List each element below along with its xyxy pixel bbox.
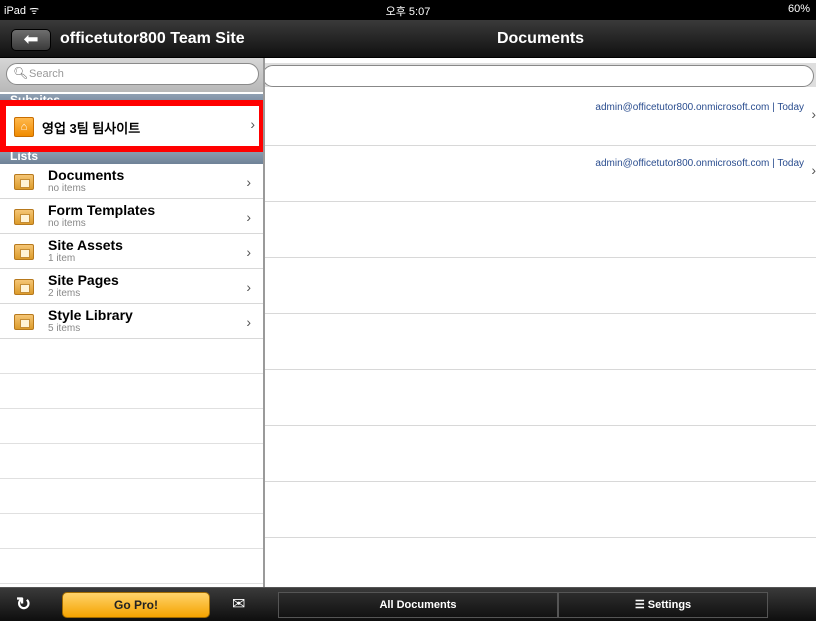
list-item-name: Documents <box>48 167 125 183</box>
bottom-toolbar: ↻ Go Pro! ✉ All Documents ☰ Settings <box>0 587 816 621</box>
search-icon: 🔍︎ <box>13 66 29 80</box>
chevron-right-icon: › <box>246 209 251 225</box>
list-item-form-templates[interactable]: Form Templates no items › <box>0 199 263 234</box>
subsite-icon: ⌂ <box>14 117 34 137</box>
sidebar-search-bar: 🔍︎ Search <box>0 58 263 92</box>
list-item-name: Site Pages <box>48 272 119 288</box>
all-documents-button[interactable]: All Documents <box>278 592 558 618</box>
empty-row <box>0 479 263 514</box>
chevron-right-icon: › <box>246 244 251 260</box>
empty-row <box>0 514 263 549</box>
empty-row <box>265 258 816 314</box>
list-item-site-assets[interactable]: Site Assets 1 item › <box>0 234 263 269</box>
chevron-right-icon: › <box>811 106 816 122</box>
settings-label: Settings <box>647 599 692 611</box>
empty-row <box>265 482 816 538</box>
chevron-right-icon: › <box>246 174 251 190</box>
empty-row <box>0 549 263 584</box>
list-item-count: 1 item <box>48 253 76 264</box>
empty-row <box>0 444 263 479</box>
folder-icon <box>14 244 34 260</box>
subsite-item-label: 영업 3팀 팀사이트 <box>42 121 141 136</box>
chevron-right-icon: › <box>246 279 251 295</box>
clock: 오후 5:07 <box>385 6 431 18</box>
subsite-item[interactable]: ⌂ 영업 3팀 팀사이트 › <box>10 112 255 140</box>
sidebar-search-input[interactable]: 🔍︎ Search <box>6 63 259 85</box>
chevron-right-icon: › <box>246 314 251 330</box>
back-button[interactable]: ⬅ officetutor800 Team Site <box>8 27 266 53</box>
empty-row <box>265 370 816 426</box>
settings-icon: ☰ <box>634 599 645 611</box>
empty-row <box>0 409 263 444</box>
navigation-bar: ⬅ officetutor800 Team Site Documents <box>0 20 816 58</box>
chevron-right-icon: › <box>250 116 255 132</box>
mail-icon[interactable]: ✉ <box>232 594 245 614</box>
folder-icon <box>14 314 34 330</box>
page-title: Documents <box>496 30 585 47</box>
list-item-name: Form Templates <box>48 202 156 218</box>
document-row[interactable]: admin@officetutor800.onmicrosoft.com | T… <box>265 146 816 202</box>
empty-row <box>265 426 816 482</box>
empty-row <box>265 202 816 258</box>
chevron-right-icon: › <box>811 162 816 178</box>
document-meta: admin@officetutor800.onmicrosoft.com | T… <box>595 158 804 169</box>
documents-search-bar <box>262 63 816 87</box>
back-button-label: officetutor800 Team Site <box>60 30 245 47</box>
highlight-frame: ⌂ 영업 3팀 팀사이트 › <box>0 100 263 152</box>
folder-icon <box>14 209 34 225</box>
battery-label: 60% <box>787 3 810 15</box>
document-meta: admin@officetutor800.onmicrosoft.com | T… <box>595 102 804 113</box>
list-item-count: no items <box>48 218 86 229</box>
list-item-name: Site Assets <box>48 237 123 253</box>
go-pro-button[interactable]: Go Pro! <box>62 592 210 618</box>
list-item-count: no items <box>48 183 86 194</box>
list-item-count: 2 items <box>48 288 81 299</box>
list-item-style-library[interactable]: Style Library 5 items › <box>0 304 263 339</box>
list-item-site-pages[interactable]: Site Pages 2 items › <box>0 269 263 304</box>
back-arrow-icon: ⬅ <box>11 29 51 51</box>
empty-row <box>0 339 263 374</box>
status-bar: iPad ᯤ 오후 5:07 60% <box>0 0 816 20</box>
document-row[interactable]: admin@officetutor800.onmicrosoft.com | T… <box>265 90 816 146</box>
list-item-count: 5 items <box>48 323 81 334</box>
documents-search-input[interactable] <box>262 65 814 87</box>
empty-row <box>265 314 816 370</box>
section-header-lists: Lists <box>0 150 263 164</box>
list-item-documents[interactable]: Documents no items › <box>0 164 263 199</box>
refresh-icon[interactable]: ↻ <box>16 594 31 615</box>
site-navigation-panel: 🔍︎ Search Subsites Lists Documents no it… <box>0 58 265 587</box>
search-placeholder: Search <box>29 68 64 80</box>
list-item-name: Style Library <box>48 307 133 323</box>
folder-icon <box>14 174 34 190</box>
folder-icon <box>14 279 34 295</box>
settings-button[interactable]: ☰ Settings <box>558 592 768 618</box>
empty-row <box>0 374 263 409</box>
